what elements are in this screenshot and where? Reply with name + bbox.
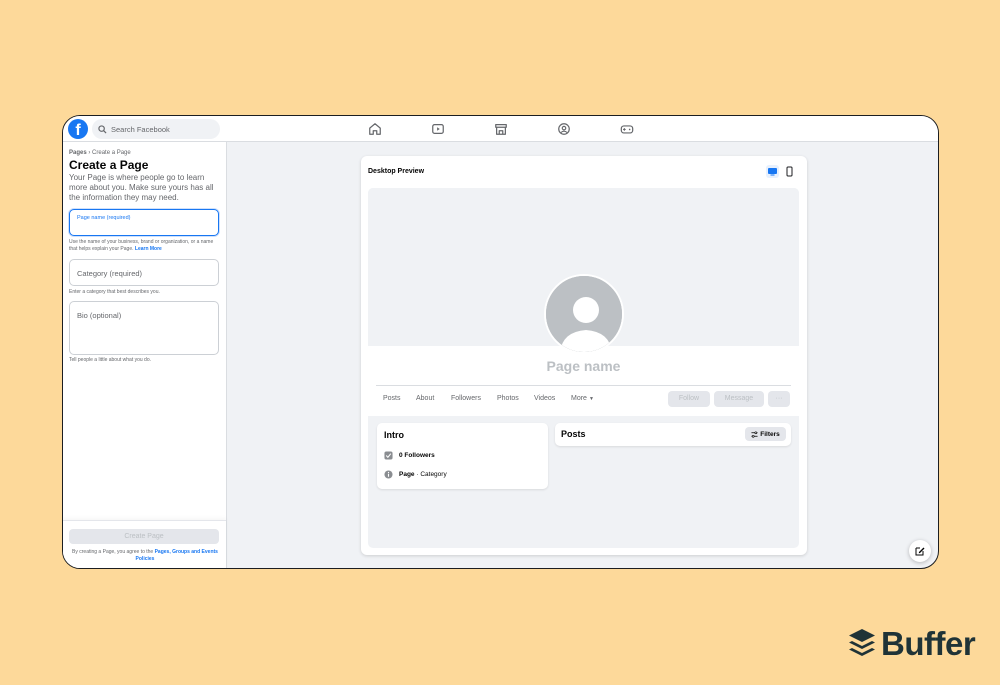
page-name-help: Use the name of your business, brand or … <box>69 239 214 252</box>
tab-posts[interactable]: Posts <box>383 395 401 402</box>
search-input[interactable]: Search Facebook <box>92 119 220 139</box>
buffer-stack-icon <box>849 629 875 656</box>
facebook-logo-icon[interactable]: f <box>68 119 88 139</box>
category-field[interactable]: Category (required) <box>69 259 219 286</box>
search-icon <box>98 124 107 134</box>
breadcrumb-pages[interactable]: Pages <box>69 150 87 156</box>
tab-followers[interactable]: Followers <box>451 395 481 402</box>
profile-avatar <box>544 274 624 354</box>
facebook-topbar: f Search Facebook <box>63 116 938 142</box>
info-icon <box>384 470 393 479</box>
buffer-logo: Buffer <box>848 625 976 663</box>
breadcrumb-current: Create a Page <box>92 150 131 156</box>
category-row: Page · Category <box>384 470 447 479</box>
tabs-divider <box>376 385 791 386</box>
category-placeholder: Category (required) <box>77 269 143 278</box>
tab-more[interactable]: More ▼ <box>571 395 594 402</box>
page-name-label: Page name (required) <box>77 215 131 221</box>
buffer-wordmark: Buffer <box>881 625 976 662</box>
page-category-text: Page · Category <box>399 471 447 478</box>
followers-row: 0 Followers <box>384 451 435 460</box>
chevron-down-icon: ▼ <box>588 396 594 402</box>
learn-more-link[interactable]: Learn More <box>135 246 162 252</box>
desktop-preview-card: Desktop Preview Page name Posts About Fo… <box>361 156 807 555</box>
category-help: Enter a category that best describes you… <box>69 289 160 295</box>
tab-about[interactable]: About <box>416 395 434 402</box>
page-description: Your Page is where people go to learn mo… <box>69 173 214 202</box>
follow-button[interactable]: Follow <box>668 391 710 407</box>
tab-photos[interactable]: Photos <box>497 395 519 402</box>
page-name-field[interactable]: Page name (required) <box>69 209 219 236</box>
posts-card: Posts Filters <box>555 423 791 446</box>
desktop-view-icon[interactable] <box>766 165 779 178</box>
filters-button[interactable]: Filters <box>745 427 786 441</box>
mobile-view-icon[interactable] <box>783 165 796 178</box>
message-button[interactable]: Message <box>714 391 764 407</box>
tab-videos[interactable]: Videos <box>534 395 555 402</box>
groups-icon[interactable] <box>557 122 571 136</box>
bio-field[interactable]: Bio (optional) <box>69 301 219 355</box>
page-title: Create a Page <box>69 158 149 172</box>
terms-text: By creating a Page, you agree to the Pag… <box>72 549 218 562</box>
page-tabs: Posts About Followers Photos Videos More… <box>368 385 799 416</box>
bio-help: Tell people a little about what you do. <box>69 357 151 363</box>
create-page-button[interactable]: Create Page <box>69 529 219 544</box>
posts-title: Posts <box>561 429 586 439</box>
gaming-icon[interactable] <box>620 122 634 136</box>
breadcrumb-separator: › <box>88 150 91 156</box>
create-page-panel: Pages › Create a Page Create a Page Your… <box>63 142 227 568</box>
preview-page-name: Page name <box>546 358 621 374</box>
page-preview: Page name Posts About Followers Photos V… <box>368 188 799 548</box>
watch-icon[interactable] <box>431 122 445 136</box>
filters-icon <box>751 430 758 438</box>
breadcrumb: Pages › Create a Page <box>69 150 131 156</box>
more-options-button[interactable]: ··· <box>768 391 790 407</box>
followers-count: 0 Followers <box>399 452 435 459</box>
create-page-footer: Create Page By creating a Page, you agre… <box>63 520 226 568</box>
new-message-button[interactable] <box>909 540 931 562</box>
search-placeholder: Search Facebook <box>111 124 170 134</box>
followers-icon <box>384 451 393 460</box>
bio-placeholder: Bio (optional) <box>77 311 122 320</box>
intro-card: Intro 0 Followers Page · Category <box>377 423 548 489</box>
marketplace-icon[interactable] <box>494 122 508 136</box>
home-icon[interactable] <box>368 122 382 136</box>
compose-icon <box>915 547 925 556</box>
browser-window: f Search Facebook Pages › Create a Page … <box>62 115 939 569</box>
intro-title: Intro <box>384 430 404 440</box>
preview-title: Desktop Preview <box>368 168 425 175</box>
